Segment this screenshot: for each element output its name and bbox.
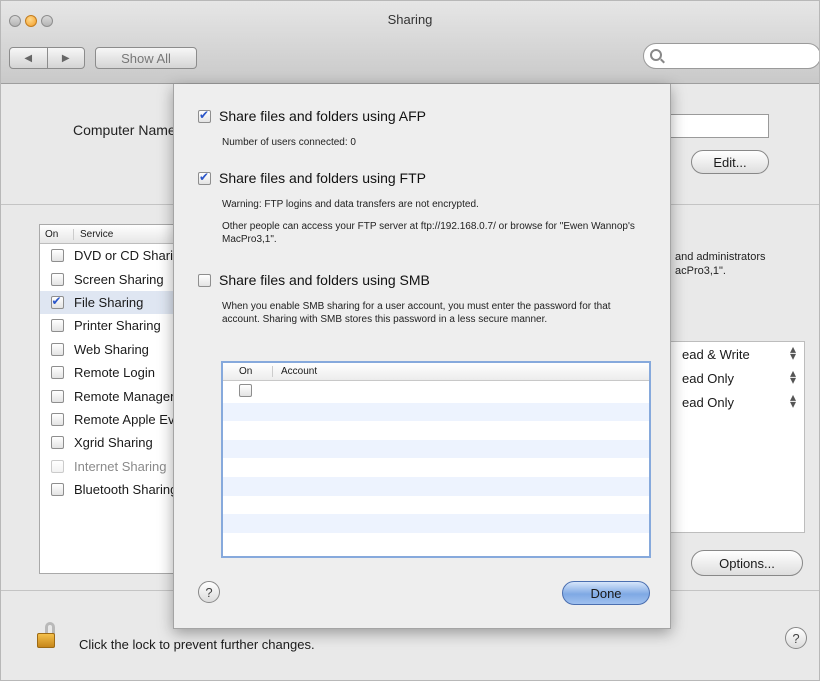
stepper-icon[interactable]: ▴ ▾ [790, 391, 796, 410]
show-all-button[interactable]: Show All [95, 47, 197, 69]
service-checkbox[interactable] [50, 412, 64, 426]
account-checkbox[interactable] [239, 384, 252, 397]
title-bar: Sharing ◀ ▶ Show All [1, 1, 819, 84]
service-label: Web Sharing [74, 341, 149, 357]
smb-account-list: On Account [221, 361, 651, 558]
service-checkbox-cell [40, 272, 74, 286]
service-checkbox[interactable] [50, 294, 64, 309]
service-checkbox[interactable] [50, 342, 64, 356]
computer-name-label: Computer Name: [73, 122, 180, 138]
smb-checkbox[interactable] [198, 273, 211, 287]
service-label: Bluetooth Sharing [74, 482, 178, 498]
service-checkbox-cell [40, 436, 74, 450]
afp-checkbox[interactable] [198, 108, 211, 123]
service-label: File Sharing [74, 294, 144, 310]
lock-icon[interactable] [37, 622, 57, 650]
empty-row [223, 402, 649, 422]
account-header-account: Account [281, 366, 318, 377]
empty-row [223, 533, 649, 552]
empty-row [223, 458, 649, 477]
permission-row[interactable]: ead Only ▴ ▾ [652, 366, 804, 390]
service-checkbox-cell [40, 412, 74, 426]
service-checkbox[interactable] [50, 249, 64, 263]
service-label: Internet Sharing [74, 458, 167, 474]
forward-button[interactable]: ▶ [46, 48, 85, 68]
empty-row [223, 439, 649, 459]
back-button[interactable]: ◀ [10, 48, 47, 68]
service-label: DVD or CD Sharing [74, 248, 188, 264]
lock-text: Click the lock to prevent further change… [79, 637, 315, 652]
description-line-2: acPro3,1". [675, 265, 726, 277]
service-label: Remote Login [74, 365, 155, 381]
permissions-list: ead & Write ▴ ▾ ead Only ▴ ▾ ead Only ▴ ▾ [651, 341, 805, 533]
service-checkbox-cell [40, 342, 74, 356]
lock-body [37, 633, 55, 648]
search-icon [650, 49, 662, 61]
service-checkbox-cell [40, 249, 74, 263]
service-checkbox-cell [40, 459, 74, 473]
smb-option[interactable]: Share files and folders using SMB [198, 272, 430, 288]
permission-row[interactable]: ead Only ▴ ▾ [652, 390, 804, 414]
stepper-icon[interactable]: ▴ ▾ [790, 343, 796, 362]
permission-value: ead Only [682, 394, 735, 410]
sheet-help-button[interactable]: ? [198, 581, 220, 603]
ftp-option[interactable]: Share files and folders using FTP [198, 170, 426, 186]
service-checkbox-cell [40, 389, 74, 403]
afp-label: Share files and folders using AFP [219, 108, 427, 124]
service-checkbox[interactable] [50, 319, 64, 333]
sharing-options-sheet: Share files and folders using AFP Number… [173, 84, 671, 629]
service-label: Screen Sharing [74, 271, 164, 287]
service-checkbox-cell [40, 483, 74, 497]
service-checkbox[interactable] [50, 483, 64, 497]
service-label: Xgrid Sharing [74, 435, 153, 451]
ftp-label: Share files and folders using FTP [219, 170, 426, 186]
help-button[interactable]: ? [785, 627, 807, 649]
service-checkbox[interactable] [50, 272, 64, 286]
done-button[interactable]: Done [562, 581, 650, 605]
empty-row [223, 514, 649, 533]
afp-users-note: Number of users connected: 0 [222, 137, 356, 148]
service-label: Printer Sharing [74, 318, 161, 334]
service-checkbox-cell [40, 366, 74, 380]
smb-note: When you enable SMB sharing for a user a… [222, 301, 611, 325]
account-header-on: On [223, 366, 273, 377]
service-checkbox-cell [40, 319, 74, 333]
empty-row [223, 421, 649, 440]
permission-row[interactable]: ead & Write ▴ ▾ [652, 342, 804, 366]
description-line-1: and administrators [675, 251, 766, 263]
computer-name-field[interactable] [661, 114, 769, 138]
account-list-header: On Account [223, 363, 649, 381]
ftp-checkbox[interactable] [198, 170, 211, 185]
file-sharing-description: and administrators acPro3,1". [675, 250, 815, 278]
empty-row [223, 496, 649, 515]
sharing-window: Sharing ◀ ▶ Show All Computer Name: Edit… [0, 0, 820, 681]
service-checkbox[interactable] [50, 459, 64, 473]
service-checkbox[interactable] [50, 389, 64, 403]
service-checkbox-cell [40, 294, 74, 309]
permission-value: ead Only [682, 370, 735, 386]
options-button[interactable]: Options... [691, 550, 803, 576]
header-service: Service [80, 228, 114, 240]
window-title: Sharing [387, 12, 433, 27]
smb-label: Share files and folders using SMB [219, 272, 430, 288]
ftp-access-note: Other people can access your FTP server … [222, 221, 635, 245]
permission-value: ead & Write [682, 346, 750, 362]
empty-row [223, 476, 649, 496]
edit-button[interactable]: Edit... [691, 150, 769, 174]
afp-option[interactable]: Share files and folders using AFP [198, 108, 426, 124]
account-row[interactable] [223, 384, 649, 403]
header-on: On [40, 228, 74, 240]
search-field[interactable] [643, 43, 819, 69]
back-forward-control: ◀ ▶ [9, 47, 85, 69]
service-checkbox[interactable] [50, 436, 64, 450]
stepper-icon[interactable]: ▴ ▾ [790, 367, 796, 386]
ftp-warning: Warning: FTP logins and data transfers a… [222, 199, 479, 210]
service-checkbox[interactable] [50, 366, 64, 380]
